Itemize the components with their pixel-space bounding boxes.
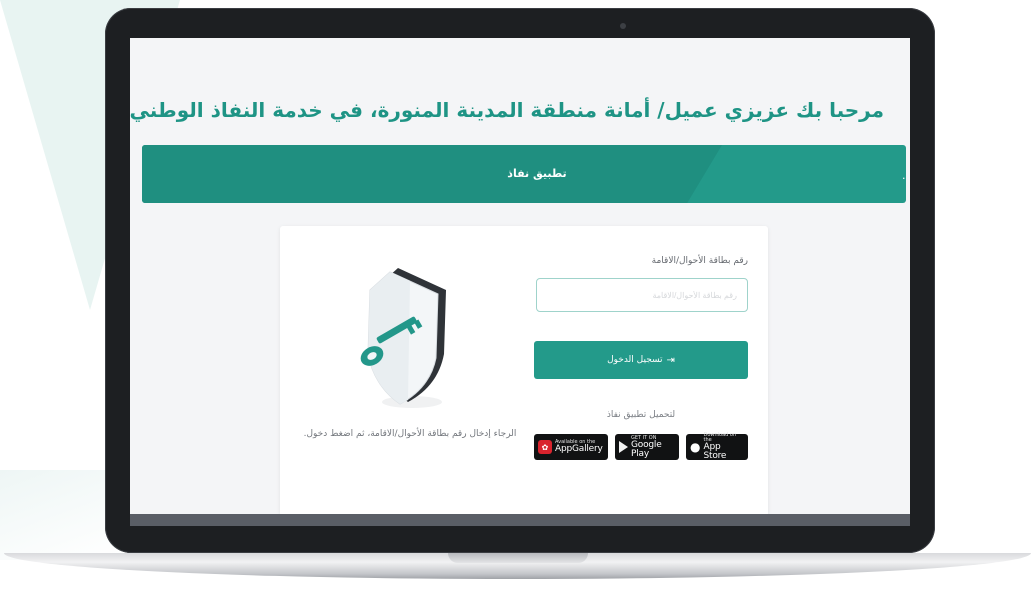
laptop-notch — [448, 553, 588, 563]
login-button[interactable]: ⇥ تسجيل الدخول — [534, 341, 748, 379]
google-play-icon — [619, 441, 628, 453]
login-button-label: تسجيل الدخول — [607, 355, 663, 365]
shield-key-icon — [360, 268, 446, 408]
download-label: لتحميل تطبيق نفاذ — [606, 410, 676, 420]
app-store-badge[interactable]: ● Download on the App Store — [686, 433, 748, 461]
google-play-big-text: Google Play — [631, 439, 662, 459]
store-badges: ✿ Available on the AppGallery GET IT ON … — [534, 433, 748, 461]
google-play-text: GET IT ON Google Play — [631, 435, 675, 459]
nafath-banner: تطبيق نفاذ . — [142, 145, 906, 203]
google-play-badge[interactable]: GET IT ON Google Play — [615, 434, 679, 460]
app-store-big-text: App Store — [703, 442, 727, 461]
huawei-icon: ✿ — [538, 440, 552, 454]
instruction-text: الرجاء إدخال رقم بطاقة الأحوال/الاقامة، … — [303, 429, 517, 439]
appgallery-text: Available on the AppGallery — [555, 440, 603, 454]
banner-dot: . — [902, 169, 906, 182]
apple-icon: ● — [690, 440, 701, 454]
illustration-column: الرجاء إدخال رقم بطاقة الأحوال/الاقامة، … — [300, 226, 520, 514]
laptop-screen: مرحبا بك عزيزي عميل/ أمانة منطقة المدينة… — [130, 38, 910, 514]
app-store-text: Download on the App Store — [703, 433, 744, 461]
banner-title: تطبيق نفاذ — [507, 167, 567, 180]
screen-bottom-bar — [130, 514, 910, 526]
login-arrow-icon: ⇥ — [666, 354, 675, 366]
login-card: رقم بطاقة الأحوال/الاقامة ⇥ تسجيل الدخول… — [280, 226, 768, 514]
appgallery-big-text: AppGallery — [555, 444, 603, 454]
camera-icon — [620, 23, 626, 29]
id-field-label: رقم بطاقة الأحوال/الاقامة — [651, 256, 748, 266]
page-title: مرحبا بك عزيزي عميل/ أمانة منطقة المدينة… — [130, 98, 884, 122]
id-number-input[interactable] — [536, 278, 748, 312]
appgallery-badge[interactable]: ✿ Available on the AppGallery — [534, 434, 608, 460]
